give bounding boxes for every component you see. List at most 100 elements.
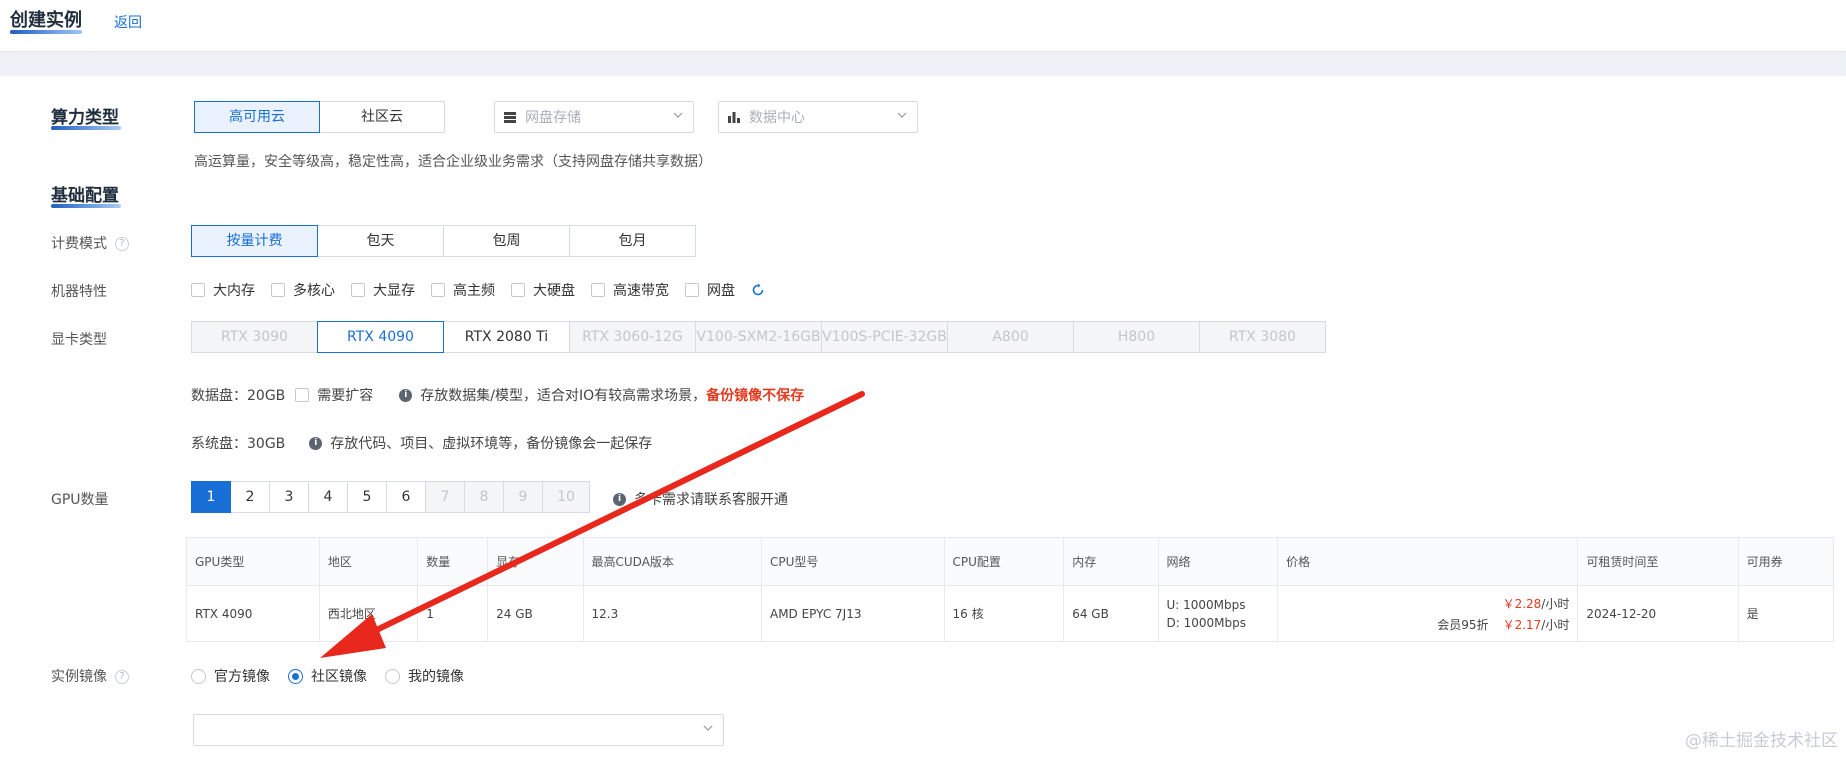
feature-label: 高主频 xyxy=(453,283,495,299)
data-disk-info: 存放数据集/模型，适合对IO有较高需求场景， xyxy=(420,388,707,404)
storage-select[interactable]: 网盘存储 xyxy=(494,101,694,133)
feature-label: 高速带宽 xyxy=(613,283,669,299)
data-disk-row: 数据盘：20GB 需要扩容 i 存放数据集/模型，适合对IO有较高需求场景， 备… xyxy=(191,385,804,405)
cell-cpu-cores: 16 核 xyxy=(943,585,1065,642)
compute-type-selector: 高可用云 社区云 xyxy=(194,101,445,133)
billing-option-weekly[interactable]: 包周 xyxy=(443,225,570,257)
billing-label-text: 计费模式 xyxy=(51,236,107,252)
radio-official-image[interactable]: 官方镜像 xyxy=(191,666,270,686)
gpu-count-option[interactable]: 5 xyxy=(347,481,387,513)
image-radio-group: 官方镜像 社区镜像 我的镜像 xyxy=(191,666,482,686)
cell-rent-until: 2024-12-20 xyxy=(1577,585,1739,642)
table-header: CPU型号 xyxy=(760,537,945,586)
radio-community-image[interactable]: 社区镜像 xyxy=(288,666,367,686)
back-link[interactable]: 返回 xyxy=(114,12,142,32)
table-header: 数量 xyxy=(417,537,489,586)
checkbox[interactable] xyxy=(685,283,699,297)
data-disk-label: 数据盘：20GB xyxy=(191,388,286,404)
checkbox[interactable] xyxy=(431,283,445,297)
feature-label: 大内存 xyxy=(213,283,255,299)
feature-label: 大硬盘 xyxy=(533,283,575,299)
gpu-count-option[interactable]: 1 xyxy=(191,481,231,513)
info-icon: i xyxy=(399,388,413,402)
gpu-type-selector: RTX 3090 RTX 4090 RTX 2080 Ti RTX 3060-12G V… xyxy=(191,321,1326,353)
help-icon[interactable]: ? xyxy=(115,237,129,251)
gpu-count-note-row: i 多卡需求请联系客服开通 xyxy=(613,489,788,509)
billing-option-monthly[interactable]: 包月 xyxy=(569,225,696,257)
gpu-count-option: 7 xyxy=(425,481,465,513)
table-header: 地区 xyxy=(318,537,419,586)
gpu-type-option: RTX 3080 xyxy=(1199,321,1326,353)
feature-high-bandwidth[interactable]: 高速带宽 xyxy=(591,280,669,300)
gpu-type-option: H800 xyxy=(1073,321,1200,353)
compute-option-community[interactable]: 社区云 xyxy=(319,101,445,133)
checkbox[interactable] xyxy=(271,283,285,297)
net-down: D: 1000Mbps xyxy=(1166,615,1246,630)
gpu-type-option: A800 xyxy=(947,321,1074,353)
section-underline xyxy=(51,126,121,130)
radio-button[interactable] xyxy=(385,668,400,684)
datacenter-select[interactable]: 数据中心 xyxy=(718,101,918,133)
radio-button[interactable] xyxy=(288,668,303,684)
gpu-type-option: V100S-PCIE-32GB xyxy=(821,321,948,353)
feature-label: 网盘 xyxy=(707,283,735,299)
table-header: CPU配置 xyxy=(943,537,1065,586)
feature-high-frequency[interactable]: 高主频 xyxy=(431,280,495,300)
cell-memory: 64 GB xyxy=(1063,585,1159,642)
info-icon: i xyxy=(613,492,626,506)
price-line: ￥2.28/小时 xyxy=(1286,595,1570,612)
image-label-text: 实例镜像 xyxy=(51,669,107,685)
system-disk-row: 系统盘：30GB i 存放代码、项目、虚拟环境等，备份镜像会一起保存 xyxy=(191,433,652,453)
feature-large-memory[interactable]: 大内存 xyxy=(191,280,255,300)
cell-count: 1 xyxy=(417,585,489,642)
radio-my-image[interactable]: 我的镜像 xyxy=(385,666,464,686)
page-title: 创建实例 xyxy=(10,10,82,31)
features-label: 机器特性 xyxy=(51,284,107,300)
gpu-count-option[interactable]: 2 xyxy=(230,481,270,513)
gpu-count-option[interactable]: 3 xyxy=(269,481,309,513)
billing-option-daily[interactable]: 包天 xyxy=(317,225,444,257)
gpu-count-note: 多卡需求请联系客服开通 xyxy=(634,492,788,508)
refresh-icon[interactable] xyxy=(751,283,765,297)
billing-option-pay-as-you-go[interactable]: 按量计费 xyxy=(191,225,318,257)
data-disk-warning: 备份镜像不保存 xyxy=(706,388,805,404)
help-icon[interactable]: ? xyxy=(115,670,129,684)
feature-large-vram[interactable]: 大显存 xyxy=(351,280,415,300)
gpu-count-option[interactable]: 6 xyxy=(386,481,426,513)
feature-multi-core[interactable]: 多核心 xyxy=(271,280,335,300)
cell-vram: 24 GB xyxy=(487,585,584,642)
table-header: GPU类型 xyxy=(186,537,320,586)
system-disk-label: 系统盘：30GB xyxy=(191,436,286,452)
gpu-type-label: 显卡类型 xyxy=(51,332,107,348)
gpu-type-option[interactable]: RTX 4090 xyxy=(317,321,444,353)
title-underline xyxy=(10,30,82,34)
table-header: 可租赁时间至 xyxy=(1577,537,1739,586)
section-title-compute: 算力类型 xyxy=(51,108,119,128)
checkbox[interactable] xyxy=(191,283,205,297)
gpu-type-option[interactable]: RTX 2080 Ti xyxy=(443,321,570,353)
table-row[interactable]: RTX 4090 西北地区 1 24 GB 12.3 AMD EPYC 7J13… xyxy=(186,585,1835,642)
features-checkbox-group: 大内存 多核心 大显存 高主频 大硬盘 高速带宽 网盘 xyxy=(191,280,765,300)
expand-label: 需要扩容 xyxy=(317,388,374,404)
gpu-type-option: V100-SXM2-16GB xyxy=(695,321,822,353)
top-bar: 创建实例 返回 xyxy=(0,0,1846,52)
compute-description: 高运算量，安全等级高，稳定性高，适合企业级业务需求（支持网盘存储共享数据） xyxy=(194,154,712,170)
gpu-count-option[interactable]: 4 xyxy=(308,481,348,513)
cell-voucher: 是 xyxy=(1737,585,1835,642)
gpu-count-option: 8 xyxy=(464,481,504,513)
expand-checkbox[interactable] xyxy=(295,388,310,402)
feature-large-disk[interactable]: 大硬盘 xyxy=(511,280,575,300)
cell-cuda: 12.3 xyxy=(582,585,762,642)
feature-network-disk[interactable]: 网盘 xyxy=(685,280,735,300)
image-select[interactable] xyxy=(193,714,724,746)
radio-button[interactable] xyxy=(191,668,206,684)
net-up: U: 1000Mbps xyxy=(1166,597,1246,612)
compute-option-high-availability[interactable]: 高可用云 xyxy=(194,101,320,133)
checkbox[interactable] xyxy=(591,283,605,297)
checkbox[interactable] xyxy=(351,283,365,297)
member-price-unit: /小时 xyxy=(1541,617,1570,632)
checkbox[interactable] xyxy=(511,283,525,297)
gpu-count-selector: 1 2 3 4 5 6 7 8 9 10 xyxy=(191,481,590,513)
cell-price: ￥2.28/小时 会员95折 ￥2.17/小时 xyxy=(1277,585,1579,642)
table-header: 网络 xyxy=(1157,537,1279,586)
